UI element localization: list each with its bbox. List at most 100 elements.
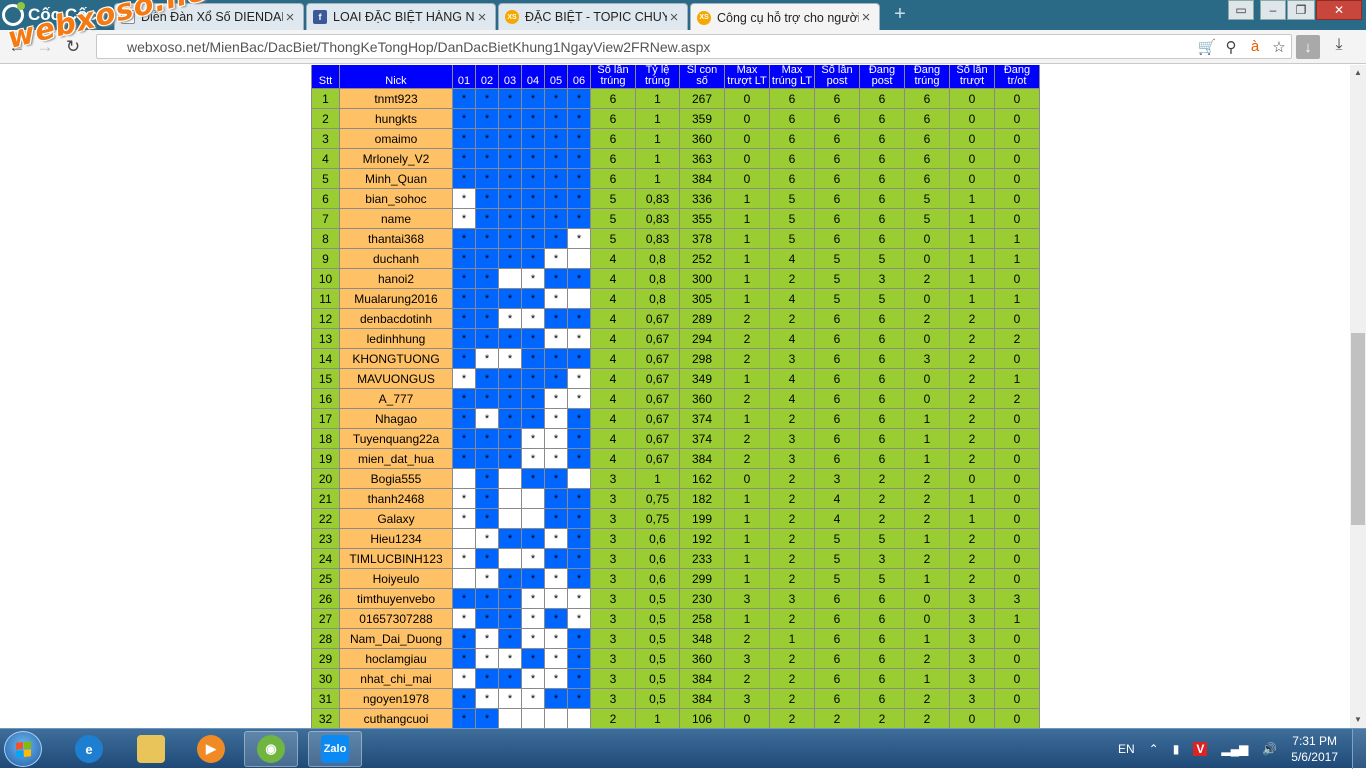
taskbar-ie[interactable]: e (62, 731, 116, 767)
stat-cell: 6 (859, 368, 905, 389)
new-tab-button[interactable]: + (890, 4, 910, 24)
stat-cell: 1 (949, 248, 995, 269)
taskbar-explorer[interactable] (124, 731, 178, 767)
stat-cell: 3 (949, 688, 995, 709)
language-indicator[interactable]: EN (1118, 742, 1135, 756)
scroll-down-icon[interactable]: ▼ (1350, 712, 1366, 728)
mark-cell: * (452, 188, 476, 209)
table-body: 1 tnmt923 * * * * * * 6 1 267 0 6 6 6 6 0 0 2 hungkts * * * * * *… (311, 88, 1040, 728)
scroll-up-icon[interactable]: ▲ (1350, 65, 1366, 81)
mark-cell: * (521, 88, 545, 109)
tab-dac-biet[interactable]: XS ĐẶC BIỆT - TOPIC CHUYÊN × (498, 3, 688, 30)
row-number-cell: 18 (311, 428, 340, 449)
stat-cell: 0 (724, 708, 770, 728)
nick-cell: Hieu1234 (339, 528, 453, 549)
mark-cell: * (452, 228, 476, 249)
zoom-icon[interactable]: ⚲ (1219, 38, 1243, 56)
mark-cell: * (544, 328, 568, 349)
address-bar[interactable]: webxoso.net/MienBac/DacBiet/ThongKeTongH… (96, 34, 1292, 59)
mark-cell: * (544, 208, 568, 229)
mark-cell: * (544, 608, 568, 629)
tab-close-icon[interactable]: × (859, 9, 873, 26)
stat-cell: 0,8 (635, 288, 680, 309)
translate-icon[interactable]: à (1243, 38, 1267, 55)
mark-cell (521, 708, 545, 728)
column-header: 04 (521, 65, 545, 89)
clock[interactable]: 7:31 PM 5/6/2017 (1291, 733, 1338, 765)
stat-cell: 384 (679, 168, 725, 189)
maximize-button[interactable]: ❐ (1287, 0, 1315, 20)
stat-cell: 3 (769, 348, 815, 369)
row-number-cell: 3 (311, 128, 340, 149)
stat-cell: 0 (904, 288, 950, 309)
taskbar-coccoc[interactable]: ◉ (244, 731, 298, 767)
tab-facebook[interactable]: f LOAI ĐẶC BIỆT HÀNG NGÀY × (306, 3, 496, 30)
tab-close-icon[interactable]: × (667, 9, 681, 26)
download-icon[interactable]: ↓ (1296, 35, 1320, 59)
menu-icon[interactable]: ⤓ (1328, 36, 1350, 58)
stat-cell: 6 (814, 628, 860, 649)
taskbar-zalo[interactable]: Zalo (308, 731, 362, 767)
stat-cell: 0 (994, 148, 1040, 169)
battery-icon[interactable]: ▮ (1173, 742, 1180, 756)
mark-cell: * (498, 168, 522, 189)
network-icon[interactable]: ▂▄▆ (1221, 742, 1248, 756)
row-number-cell: 7 (311, 208, 340, 229)
stat-cell: 4 (814, 508, 860, 529)
stat-cell: 2 (949, 408, 995, 429)
volume-icon[interactable]: 🔊 (1262, 742, 1277, 756)
tab-close-icon[interactable]: × (283, 9, 297, 26)
stat-cell: 6 (904, 168, 950, 189)
vertical-scrollbar[interactable]: ▲ ▼ (1350, 65, 1366, 728)
stat-cell: 6 (814, 228, 860, 249)
table-row: 18 Tuyenquang22a * * * * * * 4 0,67 374 2 3 6 6 1 2 0 (311, 428, 1040, 449)
mark-cell: * (475, 228, 499, 249)
mark-cell: * (567, 428, 591, 449)
tray-chevron-icon[interactable]: ⌃ (1149, 742, 1159, 756)
stat-cell: 1 (635, 168, 680, 189)
tab-cong-cu[interactable]: XS Công cụ hỗ trợ cho người × (690, 3, 880, 31)
close-window-button[interactable]: ✕ (1316, 0, 1362, 20)
mark-cell: * (498, 408, 522, 429)
stat-cell: 2 (994, 328, 1040, 349)
mark-cell: * (498, 108, 522, 129)
tab-close-icon[interactable]: × (475, 9, 489, 26)
antivirus-icon[interactable]: V (1193, 742, 1208, 756)
column-header: Đang post (859, 65, 905, 89)
mark-cell: * (521, 328, 545, 349)
stat-cell: 5 (814, 568, 860, 589)
row-number-cell: 21 (311, 488, 340, 509)
stat-cell: 6 (814, 148, 860, 169)
stat-cell: 0 (994, 208, 1040, 229)
table-row: 22 Galaxy * * * * 3 0,75 199 1 2 4 2 2 1 0 (311, 508, 1040, 529)
mark-cell: * (521, 188, 545, 209)
minimize-button[interactable]: – (1260, 0, 1286, 20)
stat-cell: 6 (814, 208, 860, 229)
mark-cell: * (567, 88, 591, 109)
stat-cell: 0 (949, 708, 995, 728)
zalo-icon: Zalo (321, 735, 349, 763)
profile-icon[interactable]: ▭ (1228, 0, 1254, 20)
mark-cell: * (521, 628, 545, 649)
stat-cell: 299 (679, 568, 725, 589)
table-row: 20 Bogia555 * * * 3 1 162 0 2 3 2 2 0 0 (311, 468, 1040, 489)
shopping-cart-icon[interactable]: 🛒 (1195, 38, 1219, 56)
stat-cell: 5 (859, 568, 905, 589)
mark-cell: * (567, 408, 591, 429)
show-desktop-button[interactable] (1352, 729, 1366, 769)
taskbar-media[interactable]: ▶ (184, 731, 238, 767)
scrollbar-thumb[interactable] (1351, 333, 1365, 525)
row-number-cell: 4 (311, 148, 340, 169)
stat-cell: 6 (590, 128, 636, 149)
stat-cell: 2 (724, 308, 770, 329)
stat-cell: 0 (724, 88, 770, 109)
column-header: Max trượt LT (724, 65, 770, 89)
stat-cell: 230 (679, 588, 725, 609)
bookmark-star-icon[interactable]: ☆ (1267, 38, 1291, 56)
mark-cell (498, 488, 522, 509)
mark-cell: * (567, 588, 591, 609)
start-button[interactable] (4, 731, 42, 767)
stat-cell: 267 (679, 88, 725, 109)
table-row: 21 thanh2468 * * * * 3 0,75 182 1 2 4 2 2 1 0 (311, 488, 1040, 509)
mark-cell: * (544, 368, 568, 389)
